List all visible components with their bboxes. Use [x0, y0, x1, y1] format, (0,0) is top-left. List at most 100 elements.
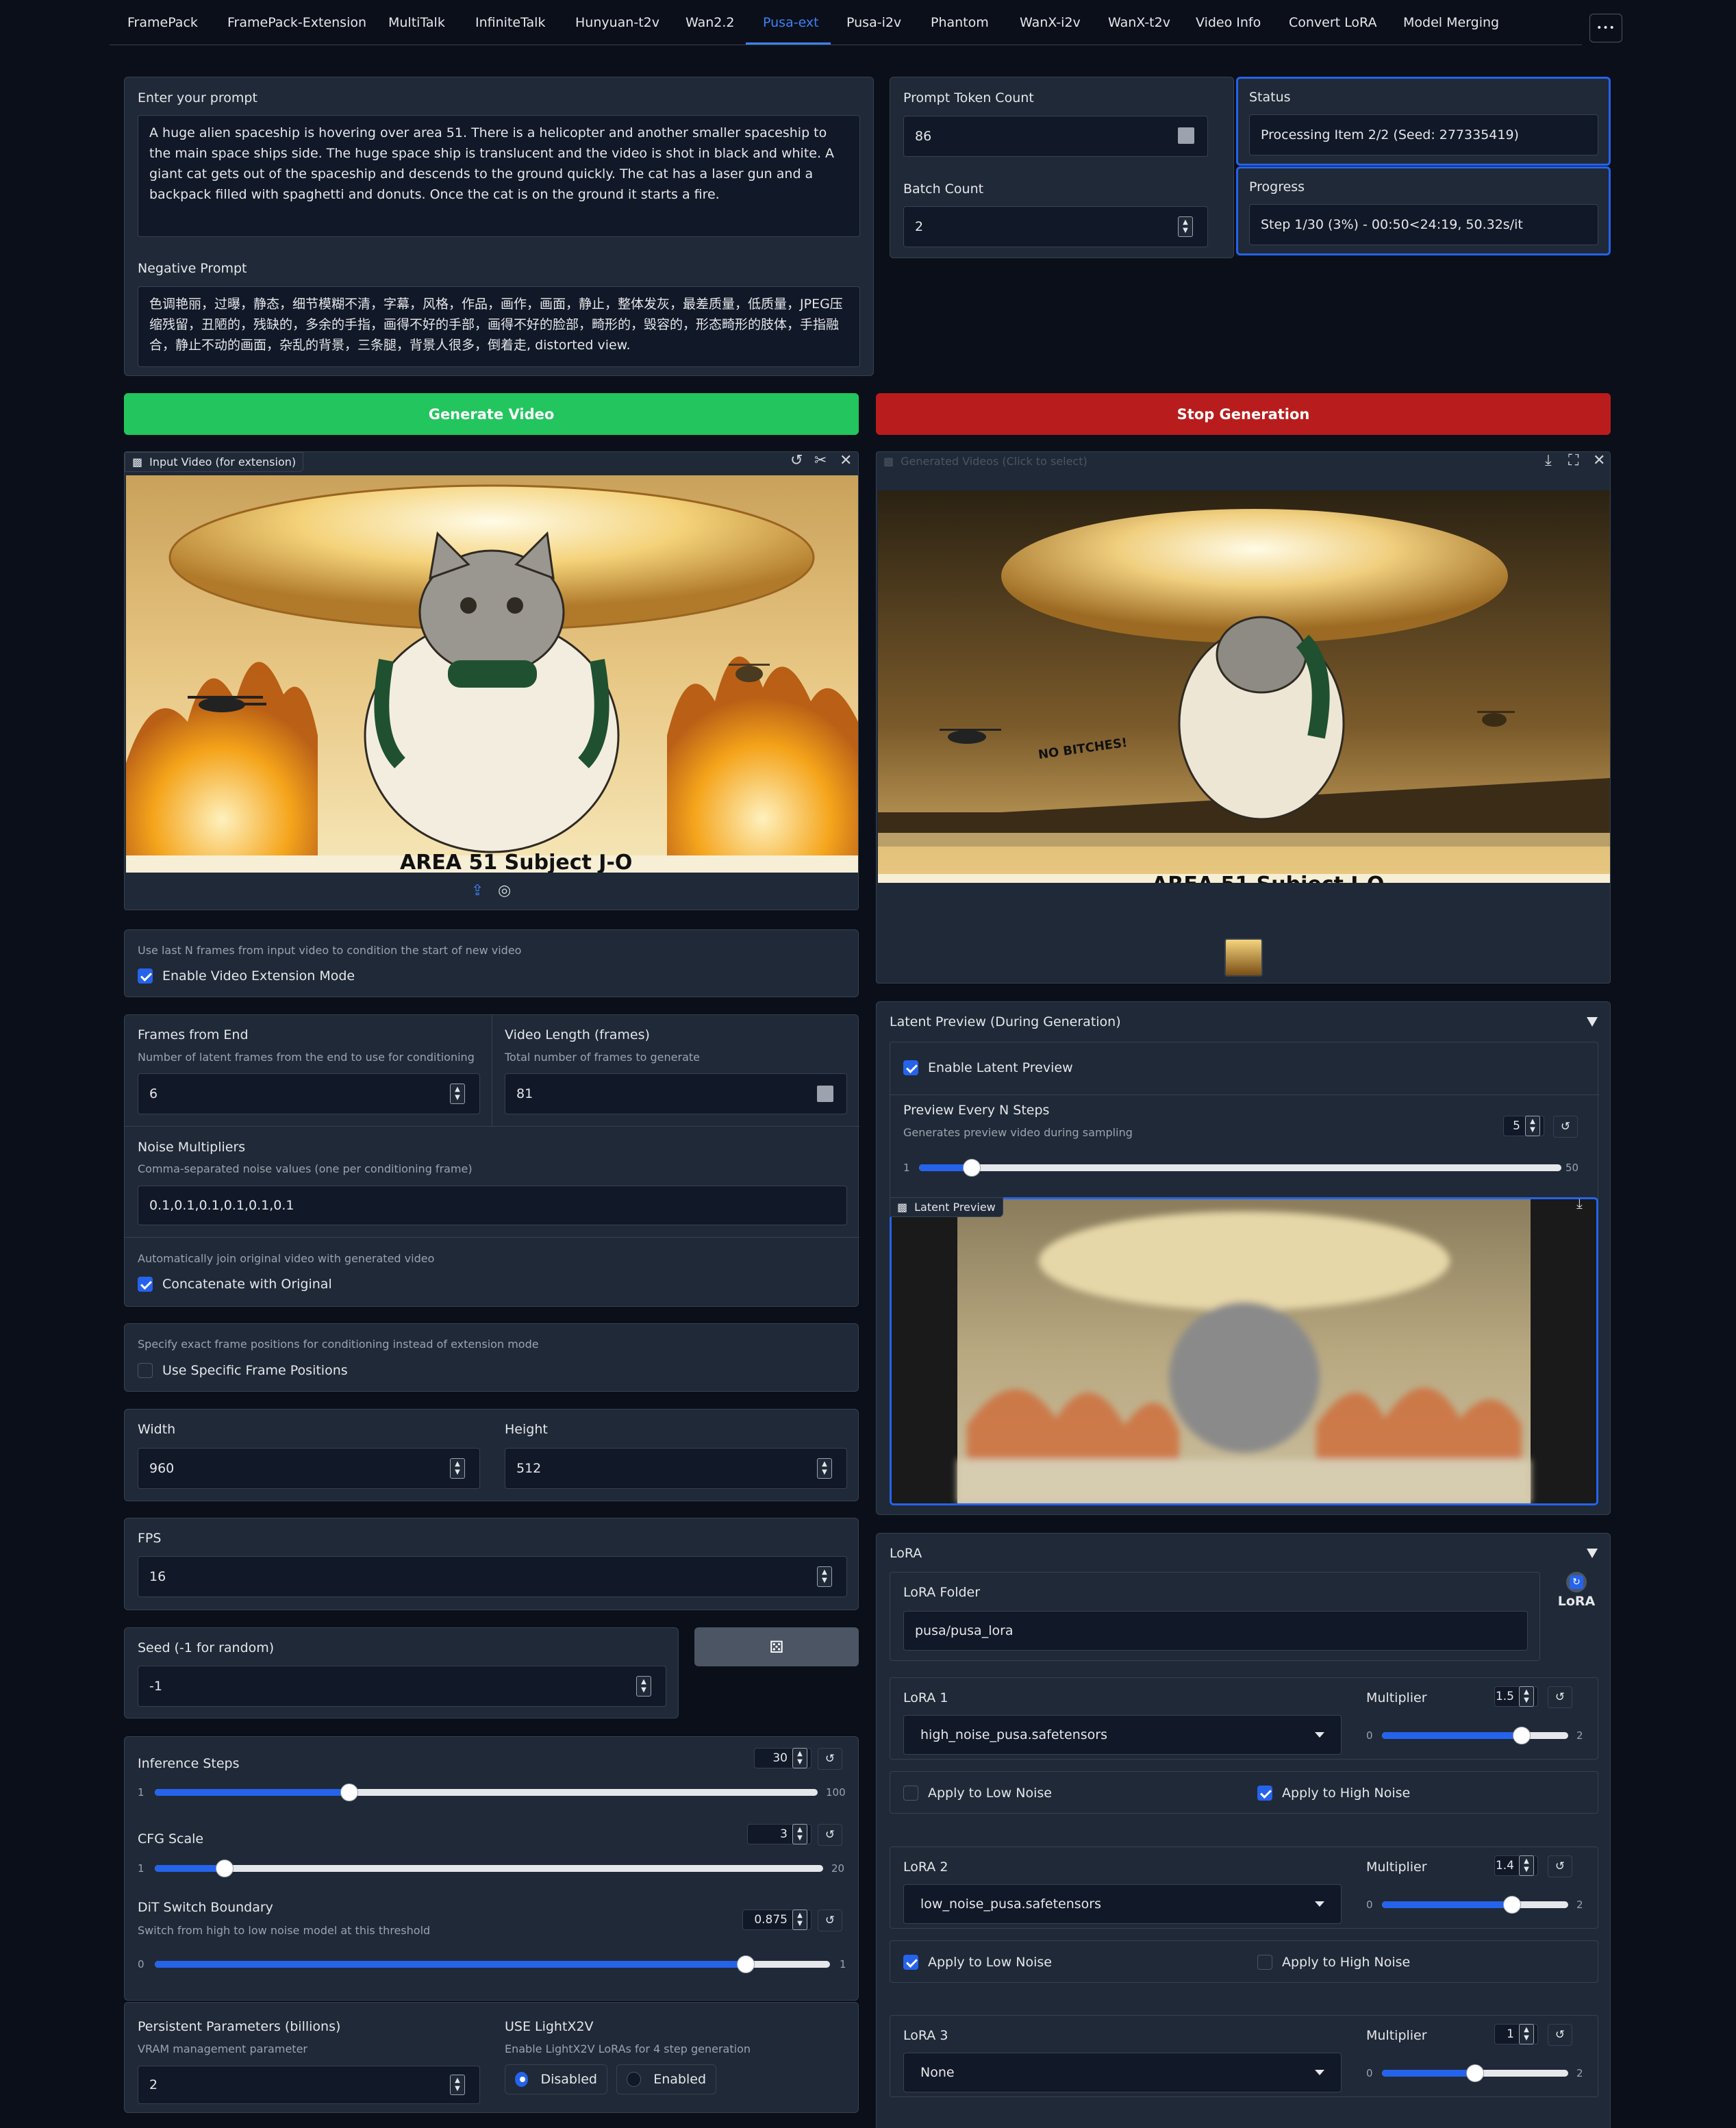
- gallery-thumbnail[interactable]: [1224, 938, 1263, 977]
- tab-multitalk[interactable]: MultiTalk: [388, 15, 445, 30]
- collapse-triangle-icon[interactable]: [1587, 1017, 1598, 1027]
- frames-from-end-stepper[interactable]: ▲ ▼: [450, 1084, 465, 1104]
- generate-video-button[interactable]: Generate Video: [124, 393, 859, 435]
- lora-2-low-noise-checkbox[interactable]: [903, 1955, 918, 1970]
- seed-field[interactable]: -1: [138, 1666, 666, 1707]
- tab-infinitetalk[interactable]: InfiniteTalk: [475, 15, 545, 30]
- more-tabs-button[interactable]: •••: [1589, 14, 1622, 42]
- lora-2-high-noise-checkbox[interactable]: [1257, 1955, 1272, 1970]
- lora-3-multiplier-slider[interactable]: [1382, 2064, 1568, 2082]
- batch-count-stepper[interactable]: ▲ ▼: [1178, 216, 1193, 237]
- close-icon[interactable]: ✕: [1593, 452, 1605, 469]
- persistent-stepper[interactable]: ▲ ▼: [450, 2075, 465, 2095]
- lora-folder-field[interactable]: pusa/pusa_lora: [903, 1611, 1528, 1651]
- refresh-lora-button[interactable]: ↻ LoRA: [1555, 1572, 1598, 1616]
- tab-wanx-i2v[interactable]: WanX-i2v: [1020, 15, 1081, 30]
- tab-hunyuan-t2v[interactable]: Hunyuan-t2v: [575, 15, 659, 30]
- noise-multipliers-field[interactable]: 0.1,0.1,0.1,0.1,0.1,0.1: [138, 1186, 847, 1225]
- lora-3-dropdown[interactable]: None: [903, 2053, 1342, 2092]
- lora-1-multiplier-stepper[interactable]: ▲ ▼: [1519, 1686, 1534, 1707]
- preview-every-stepper[interactable]: ▲ ▼: [1525, 1116, 1540, 1136]
- dit-boundary-slider[interactable]: [155, 1955, 830, 1973]
- tab-framepack-extension[interactable]: FramePack-Extension: [227, 15, 366, 30]
- video-length-field[interactable]: 81: [505, 1073, 847, 1114]
- width-stepper[interactable]: ▲ ▼: [450, 1458, 465, 1479]
- tab-video-info[interactable]: Video Info: [1196, 15, 1261, 30]
- lora-1-multiplier-slider[interactable]: [1382, 1727, 1568, 1744]
- active-tab-indicator: [746, 42, 831, 45]
- latent-preview-video[interactable]: [890, 1197, 1598, 1505]
- inference-steps-reset[interactable]: ↺: [818, 1748, 842, 1770]
- fps-stepper[interactable]: ▲ ▼: [817, 1566, 832, 1587]
- enable-extension-checkbox[interactable]: [138, 968, 153, 984]
- upload-icon[interactable]: ⇪: [471, 882, 483, 899]
- tab-pusa-ext[interactable]: Pusa-ext: [763, 15, 819, 30]
- random-seed-button[interactable]: ⚄: [694, 1627, 859, 1666]
- frames-from-end-field[interactable]: 6: [138, 1073, 480, 1114]
- tab-wan22[interactable]: Wan2.2: [685, 15, 734, 30]
- lora-1-high-noise-checkbox[interactable]: [1257, 1786, 1272, 1801]
- lora-1-dropdown[interactable]: high_noise_pusa.safetensors: [903, 1715, 1342, 1755]
- undo-icon[interactable]: ↺: [790, 452, 803, 469]
- lora-2-dropdown[interactable]: low_noise_pusa.safetensors: [903, 1884, 1342, 1924]
- tab-model-merging[interactable]: Model Merging: [1403, 15, 1499, 30]
- slider-thumb[interactable]: [340, 1783, 358, 1801]
- lora-2-multiplier-stepper[interactable]: ▲ ▼: [1519, 1855, 1534, 1876]
- concatenate-checkbox[interactable]: [138, 1277, 153, 1292]
- webcam-icon[interactable]: ◎: [498, 882, 511, 899]
- generated-video-caption: AREA 51 Subject J-O: [1152, 873, 1384, 883]
- slider-thumb[interactable]: [736, 1955, 755, 1973]
- fps-field[interactable]: 16: [138, 1556, 847, 1597]
- preview-every-slider[interactable]: [919, 1159, 1561, 1177]
- tab-pusa-i2v[interactable]: Pusa-i2v: [846, 15, 901, 30]
- cfg-scale-stepper[interactable]: ▲ ▼: [792, 1824, 807, 1844]
- specific-frames-checkbox[interactable]: [138, 1363, 153, 1378]
- slider-thumb[interactable]: [962, 1159, 981, 1177]
- lora-2-min: 0: [1366, 1899, 1373, 1911]
- slider-thumb[interactable]: [1503, 1896, 1522, 1914]
- stop-generation-button[interactable]: Stop Generation: [876, 393, 1611, 435]
- cfg-scale-reset[interactable]: ↺: [818, 1824, 842, 1846]
- preview-every-min: 1: [903, 1162, 910, 1174]
- seed-stepper[interactable]: ▲ ▼: [636, 1676, 651, 1697]
- prompt-textarea[interactable]: A huge alien spaceship is hovering over …: [138, 115, 860, 237]
- batch-count-field[interactable]: 2: [903, 206, 1208, 247]
- cfg-scale-slider[interactable]: [155, 1860, 823, 1877]
- lightx2v-enabled-option[interactable]: Enabled: [616, 2064, 716, 2094]
- height-stepper[interactable]: ▲ ▼: [817, 1458, 832, 1479]
- inference-steps-stepper[interactable]: ▲ ▼: [792, 1748, 807, 1768]
- slider-thumb[interactable]: [216, 1860, 234, 1877]
- download-icon[interactable]: ⤓: [1576, 1195, 1583, 1212]
- width-field[interactable]: 960: [138, 1448, 480, 1489]
- lora-1-multiplier-reset[interactable]: ↺: [1548, 1686, 1572, 1708]
- lora-2-multiplier-slider[interactable]: [1382, 1896, 1568, 1914]
- lora-1-low-noise-checkbox[interactable]: [903, 1786, 918, 1801]
- lora-title[interactable]: LoRA: [890, 1546, 922, 1561]
- lora-2-multiplier-reset[interactable]: ↺: [1548, 1855, 1572, 1877]
- dit-boundary-stepper[interactable]: ▲ ▼: [792, 1910, 807, 1930]
- persistent-field[interactable]: 2: [138, 2066, 480, 2104]
- enable-latent-preview-checkbox[interactable]: [903, 1060, 918, 1075]
- generated-video-image[interactable]: NO BITCHES! AREA 51 Subject J-O: [878, 490, 1610, 883]
- slider-thumb[interactable]: [1513, 1727, 1531, 1744]
- dit-boundary-reset[interactable]: ↺: [818, 1910, 842, 1931]
- close-icon[interactable]: ✕: [840, 452, 852, 469]
- latent-preview-title[interactable]: Latent Preview (During Generation): [890, 1014, 1121, 1029]
- lightx2v-disabled-option[interactable]: Disabled: [505, 2064, 607, 2094]
- tab-convert-lora[interactable]: Convert LoRA: [1289, 15, 1376, 30]
- height-field[interactable]: 512: [505, 1448, 847, 1489]
- tab-phantom[interactable]: Phantom: [931, 15, 989, 30]
- inference-steps-slider[interactable]: [155, 1783, 818, 1801]
- slider-thumb[interactable]: [1466, 2064, 1484, 2082]
- lora-1-min: 0: [1366, 1729, 1373, 1742]
- download-icon[interactable]: ⤓: [1545, 452, 1552, 469]
- tab-wanx-t2v[interactable]: WanX-t2v: [1108, 15, 1170, 30]
- collapse-triangle-icon[interactable]: [1587, 1549, 1598, 1558]
- scissors-icon[interactable]: ✂: [814, 452, 827, 469]
- lora-3-multiplier-reset[interactable]: ↺: [1548, 2024, 1572, 2046]
- fullscreen-icon[interactable]: ⛶: [1568, 452, 1578, 469]
- tab-framepack[interactable]: FramePack: [127, 15, 198, 30]
- lora-3-multiplier-stepper[interactable]: ▲ ▼: [1519, 2024, 1534, 2044]
- preview-every-reset[interactable]: ↺: [1553, 1116, 1578, 1138]
- negative-prompt-textarea[interactable]: 色调艳丽，过曝，静态，细节模糊不清，字幕，风格，作品，画作，画面，静止，整体发灰…: [138, 286, 860, 367]
